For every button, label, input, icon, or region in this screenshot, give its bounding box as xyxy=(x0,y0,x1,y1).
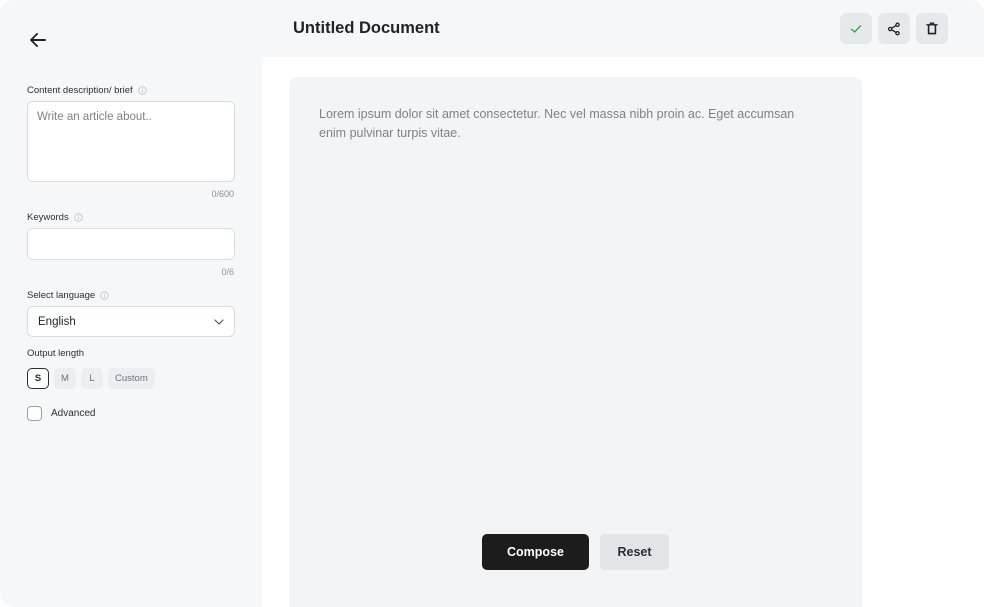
content-brief-placeholder: Write an article about.. xyxy=(37,111,152,123)
language-label: Select language xyxy=(27,290,109,301)
language-selected-value: English xyxy=(38,315,76,328)
length-option-s[interactable]: S xyxy=(27,368,49,389)
document-editor[interactable]: Lorem ipsum dolor sit amet consectetur. … xyxy=(289,77,862,607)
info-icon xyxy=(100,291,109,300)
length-option-l[interactable]: L xyxy=(81,368,103,389)
advanced-option: Advanced xyxy=(27,406,95,421)
check-icon xyxy=(850,24,862,33)
output-length-label: Output length xyxy=(27,348,85,359)
reset-button[interactable]: Reset xyxy=(600,534,669,570)
share-icon xyxy=(887,22,900,35)
compose-button[interactable]: Compose xyxy=(482,534,589,570)
delete-button[interactable] xyxy=(916,13,948,44)
chevron-down-icon xyxy=(214,318,224,325)
editor-content: Lorem ipsum dolor sit amet consectetur. … xyxy=(319,107,795,140)
advanced-label: Advanced xyxy=(51,408,96,419)
language-select[interactable]: English xyxy=(27,306,235,337)
document-header: Untitled Document xyxy=(262,0,984,57)
output-length-options: S M L Custom xyxy=(27,368,155,389)
trash-icon xyxy=(926,22,938,35)
app-window: Content description/ brief Write an arti… xyxy=(0,0,984,607)
keywords-input[interactable] xyxy=(27,228,235,260)
advanced-checkbox[interactable] xyxy=(27,406,42,421)
info-icon xyxy=(137,86,147,95)
keywords-label: Keywords xyxy=(27,212,83,223)
keywords-counter: 0/6 xyxy=(221,267,234,277)
length-option-m[interactable]: M xyxy=(54,368,76,389)
content-brief-label: Content description/ brief xyxy=(27,85,147,96)
info-icon xyxy=(74,213,83,222)
content-brief-textarea[interactable]: Write an article about.. xyxy=(27,101,235,182)
length-option-custom[interactable]: Custom xyxy=(108,368,155,389)
arrow-left-icon xyxy=(30,33,46,47)
confirm-button[interactable] xyxy=(840,13,872,44)
sidebar: Content description/ brief Write an arti… xyxy=(0,0,262,607)
share-button[interactable] xyxy=(878,13,910,44)
page-title: Untitled Document xyxy=(293,19,440,37)
back-button[interactable] xyxy=(27,29,49,51)
content-brief-counter: 0/600 xyxy=(211,189,234,199)
